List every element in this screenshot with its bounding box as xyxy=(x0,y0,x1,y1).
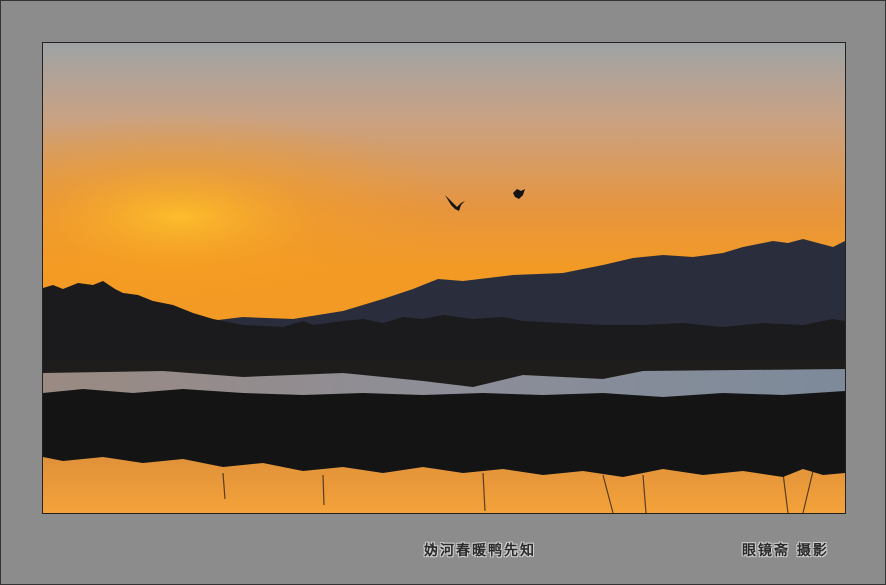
sunset-photo xyxy=(42,42,846,514)
photographer-credit: 眼镜斋 摄影 xyxy=(742,543,829,559)
sunset-scene xyxy=(43,43,845,513)
photo-title: 妫河春暖鸭先知 xyxy=(424,543,536,559)
